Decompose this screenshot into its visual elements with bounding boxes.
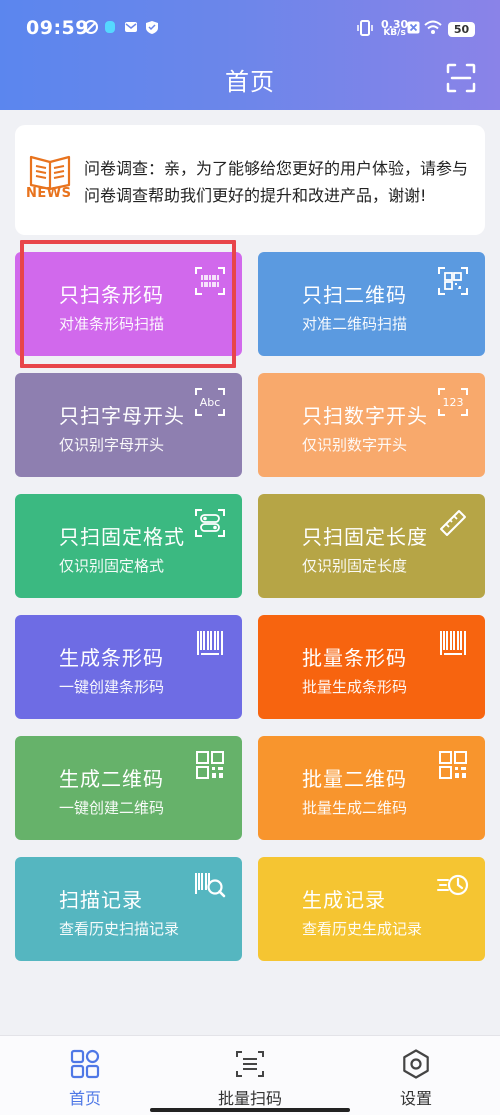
card-scan-number-prefix[interactable]: 只扫数字开头 仅识别数字开头 123 [258,373,485,477]
card-subtitle: 仅识别字母开头 [59,436,165,454]
card-title: 生成二维码 [59,767,164,791]
card-subtitle: 对准二维码扫描 [302,315,408,333]
home-indicator[interactable] [150,1108,350,1112]
card-title: 批量二维码 [302,767,407,791]
nav-label: 首页 [68,1089,101,1108]
drop-icon [105,21,115,33]
card-title: 只扫固定格式 [59,525,185,549]
generate-history-icon [437,874,469,896]
card-scan-letter-prefix[interactable]: 只扫字母开头 仅识别字母开头 Abc [15,373,242,477]
card-title: 生成条形码 [59,646,164,670]
card-subtitle: 一键创建条形码 [59,678,165,696]
card-subtitle: 批量生成条形码 [302,678,408,696]
card-title: 批量条形码 [302,646,407,670]
card-title: 只扫数字开头 [302,404,428,428]
card-batch-qrcode[interactable]: 批量二维码 批量生成二维码 [258,736,485,840]
abc-scan-icon: Abc [195,388,225,416]
card-scan-qrcode-only[interactable]: 只扫二维码 对准二维码扫描 [258,252,485,356]
battery-indicator: 50 [448,22,475,37]
status-bar: 09:59 0.30 KB/s 50 [0,0,500,58]
card-title: 只扫条形码 [59,283,164,307]
status-time: 09:59 [26,17,89,39]
card-title: 生成记录 [302,888,386,912]
leaf-icon [84,20,98,34]
sim-off-icon [407,21,420,34]
settings-gear-icon [403,1049,429,1079]
card-generate-qrcode[interactable]: 生成二维码 一键创建二维码 [15,736,242,840]
page-title: 首页 [225,68,275,96]
format-scan-icon [195,509,225,537]
card-title: 只扫字母开头 [59,404,185,428]
card-title: 只扫固定长度 [302,525,428,549]
card-scan-barcode-only[interactable]: 只扫条形码 对准条形码扫描 [15,252,242,356]
app-header: 09:59 0.30 KB/s 50 首页 [0,0,500,110]
card-batch-barcode[interactable]: 批量条形码 批量生成条形码 [258,615,485,719]
notice-text: 问卷调查：亲，为了能够给您更好的用户体验，请参与问卷调查帮助我们更好的提升和改进… [84,159,469,205]
card-scan-fixed-length[interactable]: 只扫固定长度 仅识别固定长度 [258,494,485,598]
survey-notice[interactable]: NEWS 问卷调查：亲，为了能够给您更好的用户体验，请参与问卷调查帮助我们更好的… [15,125,485,235]
network-speed: 0.30 KB/s [381,19,408,38]
number-icon-text: 123 [443,396,464,409]
card-subtitle: 对准条形码扫描 [59,315,165,333]
barcode-scan-icon [195,267,225,295]
qrcode-scan-icon [438,267,468,295]
card-scan-history[interactable]: 扫描记录 查看历史扫描记录 [15,857,242,961]
card-scan-fixed-format[interactable]: 只扫固定格式 仅识别固定格式 [15,494,242,598]
shield-icon [146,21,158,34]
card-generate-barcode[interactable]: 生成条形码 一键创建条形码 [15,615,242,719]
nav-tab-batch-scan[interactable]: 批量扫码 [167,1036,333,1115]
news-label: NEWS [26,186,72,201]
mail-icon [125,22,137,32]
card-title: 扫描记录 [59,888,143,912]
qrcode-icon [196,751,224,779]
card-subtitle: 批量生成二维码 [302,799,408,817]
bottom-nav: 首页 批量扫码 设置 [0,1035,500,1115]
vibrate-icon [357,20,373,36]
ruler-icon [440,510,466,536]
batch-list-icon [236,1051,264,1077]
network-speed-unit: KB/s [383,28,406,38]
card-subtitle: 一键创建二维码 [59,799,165,817]
barcode-icon [197,631,223,655]
card-generate-history[interactable]: 生成记录 查看历史生成记录 [258,857,485,961]
abc-icon-text: Abc [200,396,221,409]
wifi-icon [424,20,442,34]
card-title: 只扫二维码 [302,283,407,307]
barcode-icon [440,631,466,655]
card-subtitle: 仅识别固定格式 [59,557,165,575]
card-subtitle: 仅识别固定长度 [302,557,408,575]
nav-tab-home[interactable]: 首页 [2,1036,168,1115]
scan-frame-icon[interactable] [446,63,476,93]
nav-label: 设置 [399,1089,432,1108]
number-scan-icon: 123 [438,388,468,416]
qrcode-icon [439,751,467,779]
card-subtitle: 查看历史扫描记录 [59,920,180,938]
card-subtitle: 仅识别数字开头 [302,436,408,454]
nav-tab-settings[interactable]: 设置 [333,1036,499,1115]
scan-history-icon [195,873,226,898]
nav-label: 批量扫码 [217,1089,282,1108]
card-subtitle: 查看历史生成记录 [302,920,423,938]
home-grid-icon [70,1049,100,1079]
